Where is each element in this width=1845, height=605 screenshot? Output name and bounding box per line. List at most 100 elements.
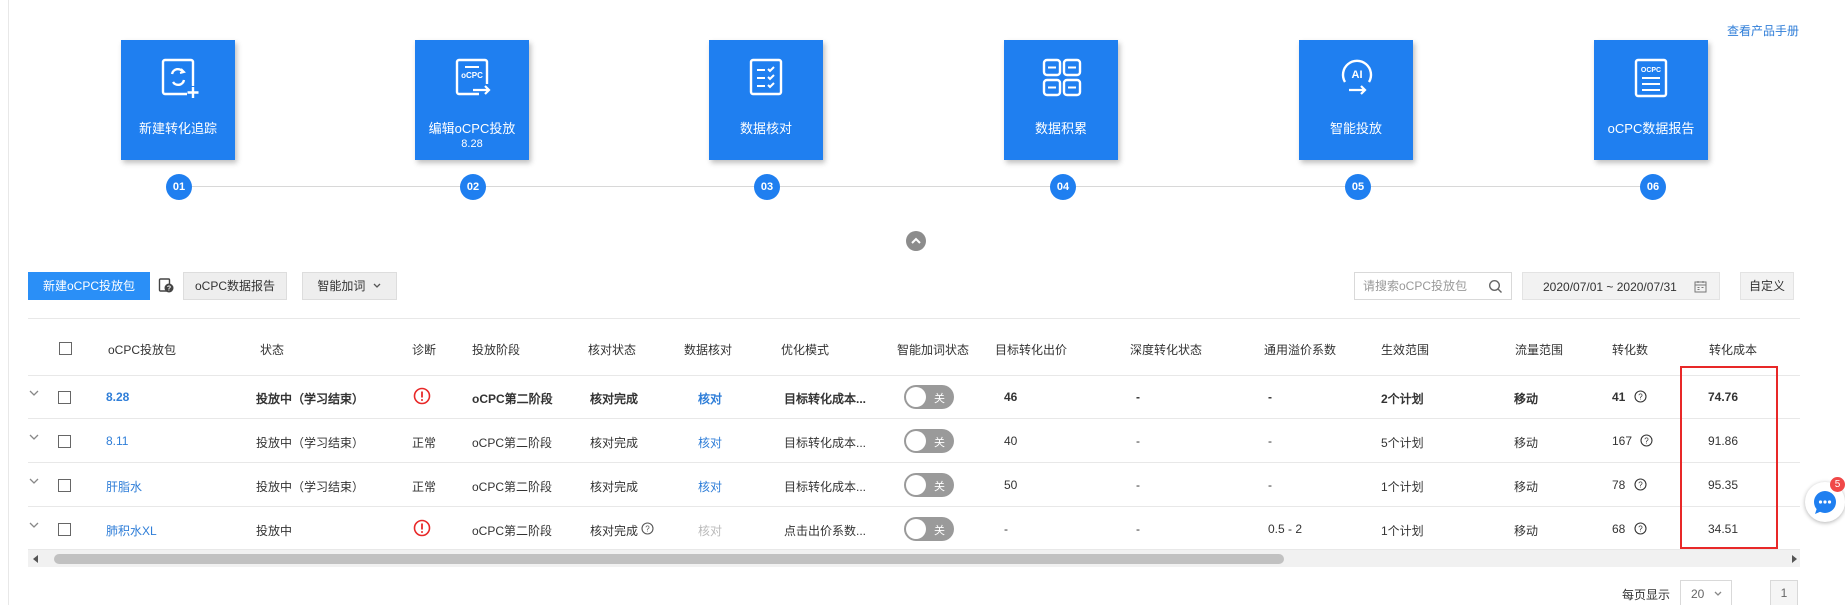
svg-text:?: ?	[1638, 525, 1643, 534]
product-manual-link[interactable]: 查看产品手册	[1727, 22, 1799, 39]
smart-bid-toggle[interactable]: 关	[904, 473, 954, 497]
check-status-text: 核对完成	[590, 524, 639, 538]
status-text: 投放中（学习结束）	[256, 436, 365, 450]
optimization-mode-text: 点击出价系数...	[784, 524, 867, 538]
row-checkbox[interactable]	[58, 435, 71, 448]
col-header-cost[interactable]: 转化成本	[1709, 341, 1757, 358]
row-divider	[28, 462, 1800, 463]
step-dot-06: 06	[1640, 174, 1666, 200]
ocpc-report-icon-text: OCPC	[1641, 67, 1661, 74]
date-range-text: 2020/07/01 ~ 2020/07/31	[1543, 280, 1677, 294]
warning-icon[interactable]	[413, 519, 431, 537]
data-check-link[interactable]: 核对	[698, 434, 722, 451]
checklist-icon	[749, 58, 783, 96]
search-input[interactable]	[1363, 278, 1483, 294]
cost-column-highlight	[1680, 366, 1778, 549]
status-text: 投放中	[256, 524, 293, 538]
new-ocpc-package-button[interactable]: 新建oCPC投放包	[28, 272, 150, 300]
smart-bid-label: 智能加词	[317, 279, 366, 293]
deep-conversion-value: -	[1136, 390, 1140, 404]
help-icon[interactable]: ?	[641, 522, 654, 535]
row-checkbox[interactable]	[58, 391, 71, 404]
col-header-mode[interactable]: 优化模式	[781, 341, 829, 358]
per-page-label: 每页显示	[1622, 588, 1671, 602]
col-header-smart-bid-status[interactable]: 智能加词状态	[897, 341, 969, 358]
step-card-data-accumulation[interactable]: 数据积累	[1004, 40, 1118, 160]
smart-bid-dropdown[interactable]: 智能加词	[302, 272, 397, 300]
premium-value: -	[1268, 478, 1272, 492]
help-icon[interactable]: ?	[1634, 390, 1647, 403]
package-name-link[interactable]: 肺积水XL	[106, 522, 157, 539]
scroll-right-icon[interactable]	[1790, 555, 1798, 563]
data-check-link[interactable]: 核对	[698, 390, 722, 407]
help-icon[interactable]: ?	[1634, 478, 1647, 491]
smart-bid-toggle[interactable]: 关	[904, 429, 954, 453]
warning-icon[interactable]	[413, 387, 431, 405]
expand-row-icon[interactable]	[28, 389, 40, 397]
col-header-diagnosis[interactable]: 诊断	[412, 341, 436, 358]
step-card-new-conversion-tracking[interactable]: 新建转化追踪	[121, 40, 235, 160]
row-checkbox[interactable]	[58, 479, 71, 492]
step-label: 新建转化追踪	[138, 121, 217, 136]
ai-icon-text: AI	[1352, 69, 1363, 81]
scrollbar-thumb[interactable]	[54, 554, 1284, 564]
table-top-border	[28, 318, 1800, 319]
col-header-package[interactable]: oCPC投放包	[108, 341, 176, 358]
expand-row-icon[interactable]	[28, 521, 40, 529]
select-all-checkbox[interactable]	[59, 342, 72, 355]
conversions-value: 78	[1612, 478, 1626, 492]
step-card-data-check[interactable]: 数据核对	[709, 40, 823, 160]
help-icon[interactable]: ?	[1634, 522, 1647, 535]
per-page-select[interactable]: 20	[1680, 580, 1732, 605]
step-label: 数据积累	[1034, 121, 1087, 136]
step-card-ocpc-report[interactable]: OCPC oCPC数据报告	[1594, 40, 1708, 160]
check-status-text: 核对完成	[590, 480, 639, 494]
col-header-data-check[interactable]: 数据核对	[684, 341, 732, 358]
row-checkbox[interactable]	[58, 523, 71, 536]
expand-row-icon[interactable]	[28, 433, 40, 441]
package-name-link[interactable]: 肝脂水	[106, 478, 142, 495]
package-name-link[interactable]: 8.11	[106, 434, 128, 448]
svg-text:?: ?	[1644, 437, 1649, 446]
package-name-link[interactable]: 8.28	[106, 390, 129, 404]
search-box[interactable]	[1354, 272, 1512, 300]
ocpc-report-icon: OCPC	[1634, 58, 1668, 98]
conversions-value: 167	[1612, 434, 1633, 448]
diagnosis-text: 正常	[412, 480, 437, 494]
col-header-scope[interactable]: 生效范围	[1381, 341, 1429, 358]
smart-bid-toggle[interactable]: 关	[904, 385, 954, 409]
data-check-link[interactable]: 核对	[698, 478, 722, 495]
chevron-up-icon	[911, 237, 921, 244]
col-header-check-status[interactable]: 核对状态	[588, 341, 636, 358]
page-button-1[interactable]: 1	[1770, 580, 1798, 605]
smart-bid-toggle[interactable]: 关	[904, 517, 954, 541]
step-card-edit-ocpc[interactable]: oCPC 编辑oCPC投放 8.28	[415, 40, 529, 160]
col-header-deep-conversion[interactable]: 深度转化状态	[1130, 341, 1202, 358]
stage-text: oCPC第二阶段	[472, 392, 553, 406]
optimization-mode-text: 目标转化成本...	[784, 436, 867, 450]
ocpc-report-button[interactable]: oCPC数据报告	[183, 272, 287, 300]
custom-columns-button[interactable]: 自定义	[1740, 272, 1794, 300]
col-header-stage[interactable]: 投放阶段	[472, 341, 520, 358]
target-bid-value: -	[1004, 522, 1008, 536]
toggle-label: 关	[934, 481, 945, 493]
date-range-picker[interactable]: 2020/07/01 ~ 2020/07/31	[1522, 272, 1720, 300]
collapse-steps-button[interactable]	[906, 231, 926, 251]
search-icon[interactable]	[1488, 279, 1503, 294]
help-icon[interactable]: ?	[1640, 434, 1653, 447]
col-header-conversions[interactable]: 转化数	[1612, 341, 1648, 358]
target-bid-value: 40	[1004, 434, 1018, 448]
refresh-plus-icon	[161, 58, 199, 100]
col-header-target-bid[interactable]: 目标转化出价	[995, 341, 1067, 358]
step-progress-line	[192, 186, 1648, 187]
ocpc-edit-icon: oCPC	[455, 58, 493, 96]
calendar-icon	[1694, 281, 1707, 293]
col-header-status[interactable]: 状态	[260, 341, 284, 358]
step-card-smart-delivery[interactable]: AI 智能投放	[1299, 40, 1413, 160]
scroll-left-icon[interactable]	[32, 555, 40, 563]
col-header-traffic[interactable]: 流量范围	[1515, 341, 1563, 358]
col-header-premium[interactable]: 通用溢价系数	[1264, 341, 1336, 358]
expand-row-icon[interactable]	[28, 477, 40, 485]
clipboard-help-icon[interactable]: ?	[158, 277, 174, 293]
conversions-value: 41	[1612, 390, 1626, 404]
